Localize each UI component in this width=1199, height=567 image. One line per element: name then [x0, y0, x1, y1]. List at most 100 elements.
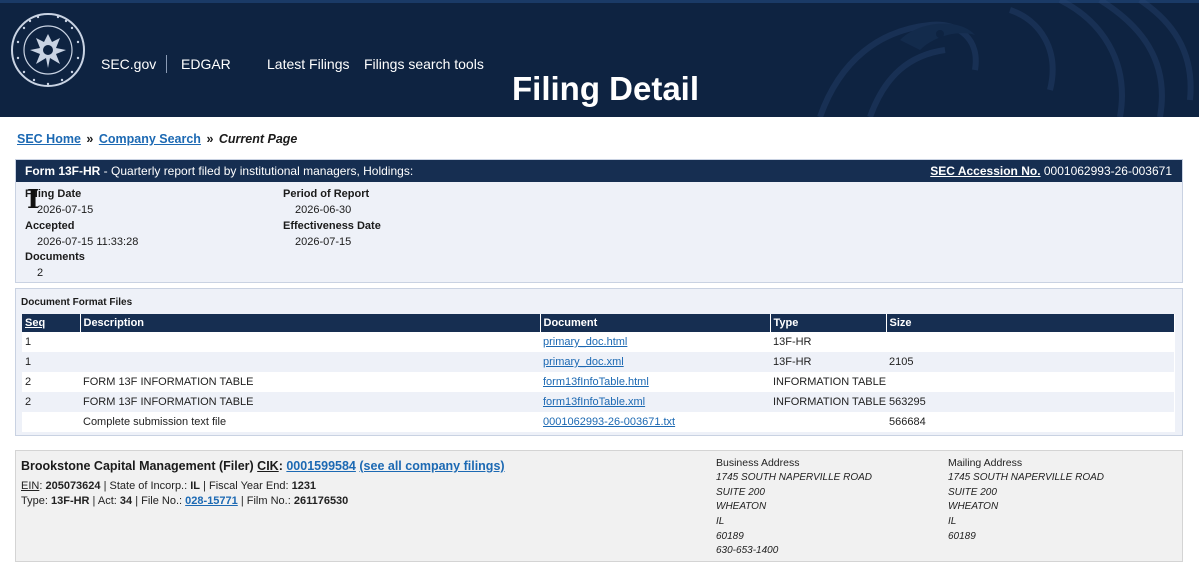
nav-search-tools-link[interactable]: Filings search tools: [364, 56, 484, 72]
accession-label: SEC Accession No.: [930, 164, 1041, 178]
row-seq: [22, 412, 80, 432]
mailing-address-line: WHEATON: [948, 501, 999, 512]
nav-sec-gov-link[interactable]: SEC.gov: [101, 56, 156, 72]
table-row: 1 primary_doc.html 13F-HR: [22, 332, 1174, 352]
table-row: 2 FORM 13F INFORMATION TABLE form13fInfo…: [22, 372, 1174, 392]
row-description: Complete submission text file: [83, 416, 227, 428]
state-label: State of Incorp.: [109, 480, 185, 492]
breadcrumb-company-search-link[interactable]: Company Search: [99, 132, 201, 146]
period-of-report-label: Period of Report: [283, 188, 370, 200]
row-description: [80, 332, 540, 352]
see-all-filings-link[interactable]: (see all company filings): [359, 459, 504, 473]
effectiveness-date-value: 2026-07-15: [295, 236, 352, 248]
filer-name: Brookstone Capital Management (Filer): [21, 459, 254, 473]
sec-seal-icon: [11, 13, 85, 87]
cik-link[interactable]: 0001599584: [286, 459, 356, 473]
documents-value: 2: [37, 267, 44, 279]
row-size: 2105: [886, 352, 1174, 372]
document-link[interactable]: form13fInfoTable.xml: [543, 396, 645, 408]
column-header-description: Description: [80, 314, 541, 332]
cik-colon: :: [278, 459, 283, 473]
column-header-size: Size: [886, 314, 1175, 332]
act-value: 34: [119, 495, 133, 507]
ein-label: EIN: [21, 480, 40, 492]
filer-name-line: Brookstone Capital Management (Filer) CI…: [21, 458, 505, 474]
ein-value: 205073624: [45, 480, 101, 492]
document-link[interactable]: primary_doc.xml: [543, 356, 624, 368]
film-no-value: 261176530: [293, 495, 349, 507]
documents-table: Seq Description Document Type Size 1 pri…: [22, 314, 1175, 432]
breadcrumb-sec-home-link[interactable]: SEC Home: [17, 132, 81, 146]
row-type: 13F-HR: [770, 352, 886, 372]
column-header-seq[interactable]: Seq: [22, 314, 81, 332]
nav-edgar-link[interactable]: EDGAR: [181, 56, 231, 72]
business-address-title: Business Address: [716, 457, 800, 469]
filing-info-box: Form 13F-HR - Quarterly report filed by …: [15, 159, 1183, 283]
row-seq: 1: [22, 352, 80, 372]
fiscal-year-label: Fiscal Year End: [209, 480, 286, 492]
breadcrumb-separator: »: [86, 132, 94, 146]
document-format-files-box: Document Format Files Seq Description Do…: [15, 288, 1183, 436]
type-label: Type: [21, 495, 45, 507]
row-size: 566684: [889, 416, 926, 428]
effectiveness-date-label: Effectiveness Date: [283, 220, 381, 232]
row-size: 563295: [886, 392, 1174, 412]
document-link[interactable]: form13fInfoTable.html: [543, 376, 649, 388]
business-address-line: SUITE 200: [716, 487, 765, 498]
filer-type-line: Type: 13F-HR | Act: 34 | File No.: 028-1…: [21, 495, 349, 507]
accession-value: 0001062993-26-003671: [1043, 164, 1172, 178]
table-row: 2 FORM 13F INFORMATION TABLE form13fInfo…: [22, 392, 1174, 412]
site-header: SEC.gov EDGAR Latest Filings Filings sea…: [0, 0, 1199, 117]
file-no-link[interactable]: 028-15771: [185, 495, 238, 507]
documents-label: Documents: [25, 251, 85, 263]
cik-label: CIK: [257, 459, 279, 473]
filing-date-value: 2026-07-15: [37, 204, 94, 216]
row-description: FORM 13F INFORMATION TABLE: [80, 392, 540, 412]
business-address-line: WHEATON: [716, 501, 767, 512]
form-type: Form 13F-HR: [25, 164, 101, 178]
document-link[interactable]: primary_doc.html: [543, 336, 627, 348]
table-row: 1 primary_doc.xml 13F-HR 2105: [22, 352, 1174, 372]
filer-info-box: Brookstone Capital Management (Filer) CI…: [15, 450, 1183, 562]
text-cursor-icon: I: [27, 185, 40, 215]
business-address-line: 1745 SOUTH NAPERVILLE ROAD: [716, 472, 872, 483]
mailing-address-line: 60189: [948, 531, 976, 542]
accession-number: SEC Accession No. 0001062993-26-003671: [930, 160, 1172, 182]
row-type: INFORMATION TABLE: [773, 376, 886, 388]
eagle-background-icon: [817, 0, 1194, 117]
mailing-address-line: SUITE 200: [948, 487, 997, 498]
type-value: 13F-HR: [50, 495, 90, 507]
row-description: FORM 13F INFORMATION TABLE: [83, 376, 254, 388]
row-seq: 1: [25, 336, 32, 348]
film-no-label: Film No.: [246, 495, 288, 507]
fiscal-year-value: 1231: [291, 480, 317, 492]
breadcrumb-separator: »: [206, 132, 214, 146]
mailing-address-line: 1745 SOUTH NAPERVILLE ROAD: [948, 472, 1104, 483]
business-address-line: IL: [716, 516, 725, 527]
nav-latest-filings-link[interactable]: Latest Filings: [267, 56, 349, 72]
file-no-label: File No.: [141, 495, 180, 507]
column-header-type: Type: [770, 314, 887, 332]
nav-separator: [166, 55, 167, 73]
breadcrumb: SEC Home » Company Search » Current Page: [17, 131, 297, 147]
document-format-files-heading: Document Format Files: [21, 297, 133, 308]
mailing-address-line: IL: [948, 516, 957, 527]
table-row: Complete submission text file 0001062993…: [22, 412, 1174, 432]
business-address-line: 60189: [716, 531, 744, 542]
accepted-label: Accepted: [25, 220, 75, 232]
accepted-value: 2026-07-15 11:33:28: [37, 236, 139, 248]
state-value: IL: [190, 480, 201, 492]
row-type: 13F-HR: [773, 336, 812, 348]
business-address-line: 630-653-1400: [716, 545, 779, 556]
breadcrumb-current-page: Current Page: [218, 132, 298, 146]
form-description: - Quarterly report filed by institutiona…: [100, 164, 414, 178]
row-seq: 2: [22, 392, 80, 412]
row-size: [886, 372, 1174, 392]
act-label: Act: [97, 495, 114, 507]
row-size: [886, 332, 1174, 352]
period-of-report-value: 2026-06-30: [295, 204, 352, 216]
page-title: Filing Detail: [512, 70, 700, 107]
row-description: [80, 352, 540, 372]
filer-ein-line: EIN: 205073624 | State of Incorp.: IL | …: [21, 480, 317, 492]
document-link[interactable]: 0001062993-26-003671.txt: [543, 416, 675, 428]
